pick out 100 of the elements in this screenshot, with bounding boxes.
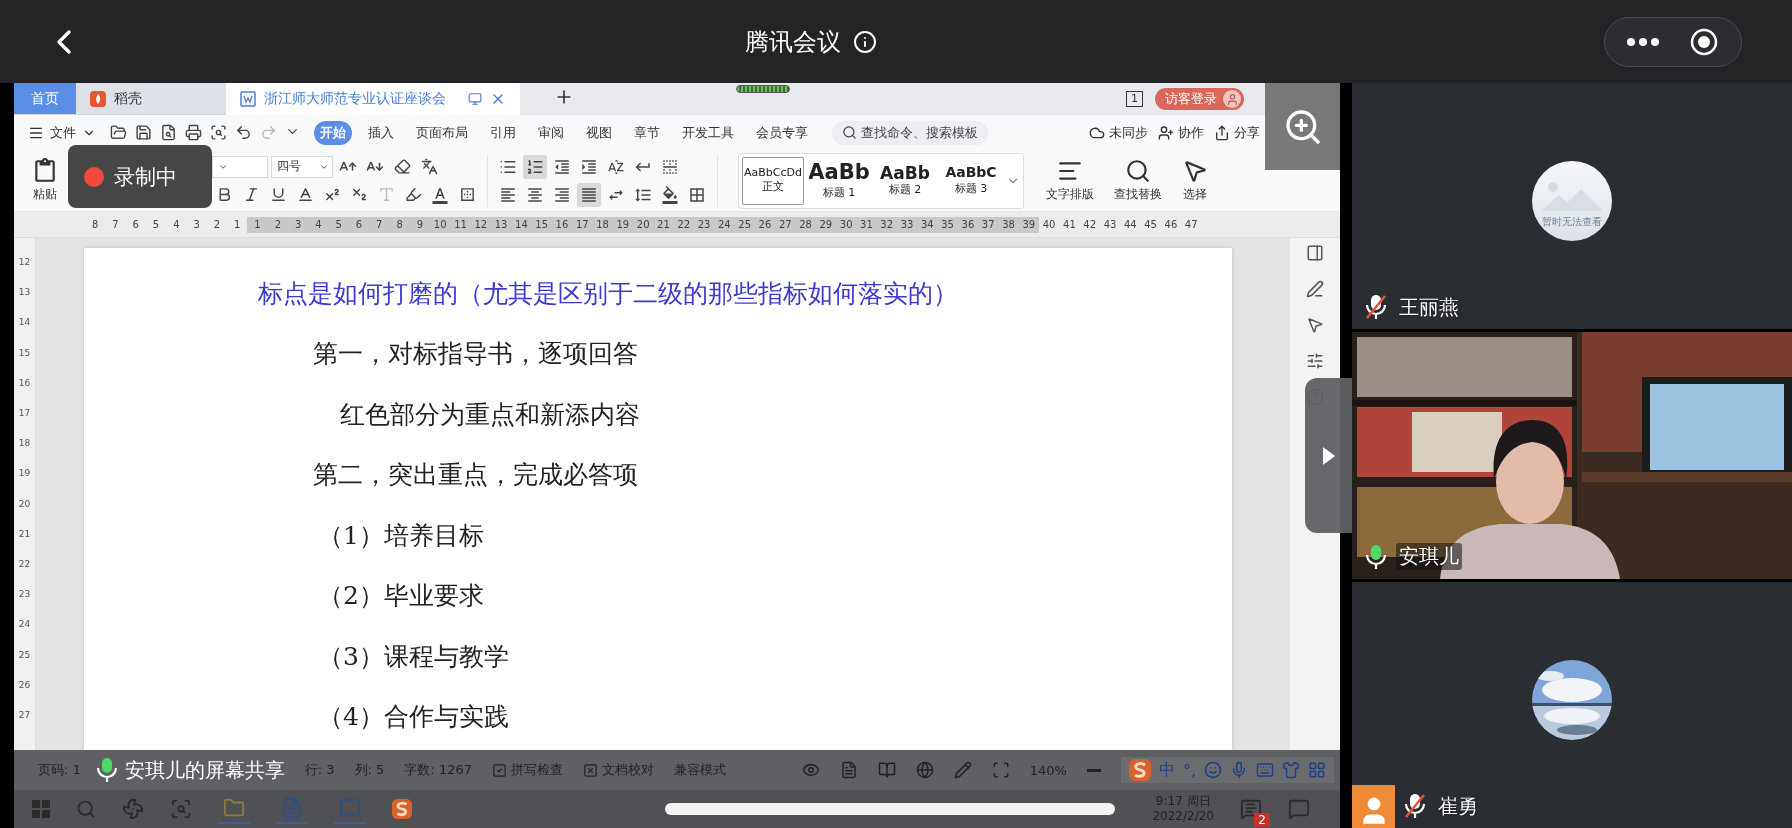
ruler-number: 13: [493, 217, 509, 232]
command-search-field[interactable]: 查找命令、搜索模板: [832, 120, 988, 145]
toolbar-action[interactable]: 协作: [1158, 123, 1204, 142]
screen-share-label: 安琪儿的屏幕共享: [124, 756, 285, 784]
ruler-number: 1: [253, 217, 262, 232]
share-icon: [1214, 124, 1230, 141]
ribbon-tab[interactable]: 引用: [484, 120, 522, 145]
notification-badge: 2: [1254, 813, 1270, 827]
ruler-number: 16: [17, 376, 32, 390]
ruler-number: 9: [415, 217, 425, 232]
pen-icon: [1306, 280, 1324, 298]
share-indicator: [736, 85, 790, 93]
ruler-number: 32: [879, 217, 895, 232]
font-color-icon: [431, 185, 449, 204]
toolbar-action[interactable]: 分享: [1214, 123, 1260, 142]
ribbon-tab[interactable]: 视图: [580, 120, 618, 145]
input-method-icon[interactable]: [1128, 759, 1151, 781]
expand-panel-button[interactable]: [1305, 378, 1352, 533]
ruler-number: 38: [1001, 217, 1016, 232]
triangle-right-icon: [1321, 445, 1336, 466]
ruler-number: 13: [17, 286, 32, 300]
check-box-icon: [492, 762, 507, 778]
ribbon-tool-button[interactable]: 查找替换: [1108, 156, 1168, 205]
numbered-list-icon: [526, 157, 544, 176]
ribbon-tab[interactable]: 开发工具: [676, 120, 740, 145]
subscript-icon: [350, 186, 368, 203]
ruler-number: 39: [1021, 217, 1037, 232]
ruler-number: 7: [111, 217, 120, 232]
avatar-caption: 暂时无法查看: [1542, 215, 1602, 230]
record-button[interactable]: [1689, 26, 1719, 57]
ribbon-tab[interactable]: 页面布局: [410, 120, 474, 145]
ribbon-tool-button[interactable]: 文字排版: [1040, 156, 1100, 205]
document-line: 第二，突出重点，完成必答项: [312, 459, 639, 492]
participant-name: 崔勇: [1437, 793, 1479, 820]
ribbon-tab[interactable]: 会员专享: [750, 120, 814, 145]
ruler-number: 1: [233, 217, 242, 232]
ruler-number: 22: [676, 217, 692, 232]
window-count[interactable]: 1: [1126, 91, 1143, 107]
font-size-field[interactable]: 四号: [271, 155, 333, 178]
book-icon: [877, 761, 896, 779]
file-search-icon: [160, 124, 177, 141]
ruler-number: 43: [1102, 217, 1118, 232]
indent-icon: [580, 157, 598, 176]
ruler-number: 3: [293, 217, 303, 232]
notification-icon: [1288, 798, 1310, 820]
add-user-icon: [1158, 124, 1174, 141]
ruler-number: 18: [17, 437, 32, 451]
ruler-number: 20: [17, 497, 32, 511]
search-icon: [842, 125, 857, 140]
font-name-field[interactable]: [212, 155, 268, 178]
ribbon-tool-button[interactable]: 选择: [1176, 156, 1214, 205]
preview-icon: [210, 124, 227, 141]
ruler-number: 27: [777, 217, 793, 232]
ribbon-tab[interactable]: 章节: [628, 120, 666, 145]
ruler-number: 31: [859, 217, 874, 232]
status-item: 字数: 1267: [404, 761, 472, 779]
ruler-number: 26: [17, 678, 32, 692]
input-method-icon[interactable]: [392, 799, 412, 819]
ruler-number: 12: [473, 217, 489, 232]
outdent-icon: [553, 157, 571, 176]
status-item: 兼容模式: [674, 761, 726, 779]
document-tab[interactable]: 稻壳: [76, 83, 226, 115]
minus-icon[interactable]: [1086, 768, 1101, 772]
ruler-number: 12: [17, 256, 32, 270]
ruler-number: 8: [90, 217, 100, 232]
ruler-number: 14: [17, 316, 32, 330]
ruler-number: 2: [273, 217, 282, 232]
file-menu[interactable]: 文件: [28, 123, 96, 142]
align-center-icon: [526, 185, 544, 204]
zoom-button[interactable]: [1265, 83, 1340, 170]
ruler-number: 20: [635, 217, 651, 232]
status-item: 行: 3: [304, 761, 335, 779]
text-effect-icon: [377, 186, 395, 203]
document-line: （2）毕业要求: [317, 580, 485, 613]
ruler-number: 37: [980, 217, 996, 232]
redo-icon: [260, 124, 277, 141]
status-item: 列: 5: [354, 761, 385, 779]
superscript-icon: [323, 186, 341, 203]
mountain-icon: [1541, 181, 1603, 212]
ruler-number: 5: [151, 217, 161, 232]
document-line: （3）课程与教学: [317, 640, 510, 673]
ruler-number: 22: [17, 557, 32, 571]
ribbon-tab[interactable]: 插入: [362, 120, 400, 145]
numbered-list-button[interactable]: [523, 154, 547, 179]
flame-logo-icon: [90, 90, 106, 107]
ribbon-tab[interactable]: 审阅: [532, 120, 570, 145]
ruler-number: 14: [514, 217, 529, 232]
document-tab[interactable]: 浙江师大师范专业认证座谈会: [226, 83, 520, 115]
style-option[interactable]: AaBbCcDd 正文: [742, 156, 804, 205]
document-line: 标点是如何打磨的（尤其是区别于二级的那些指标如何落实的）: [257, 277, 959, 310]
ruler-number: 11: [453, 217, 468, 232]
paste-button[interactable]: 粘贴: [26, 156, 64, 205]
page-number: 页码: 1: [38, 761, 81, 779]
cursor-icon: [1306, 316, 1324, 334]
justify-button[interactable]: [577, 182, 601, 207]
more-button[interactable]: [1627, 37, 1659, 46]
cursor-icon: [1182, 158, 1208, 184]
toolbar-action[interactable]: 未同步: [1089, 123, 1148, 142]
align-left-icon: [499, 185, 517, 204]
monitor-icon: [468, 92, 482, 106]
